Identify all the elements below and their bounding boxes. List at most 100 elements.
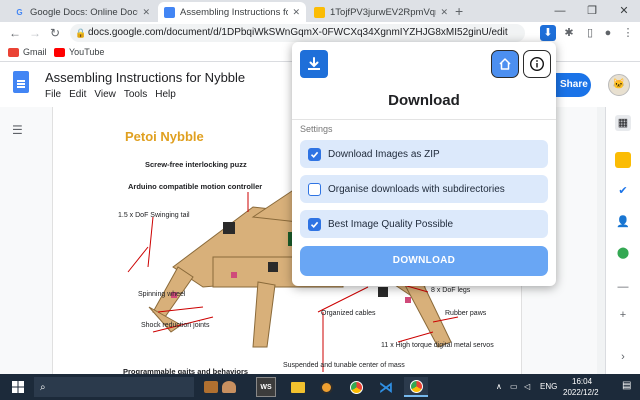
tab-drive[interactable]: 1TojfPV3jurwEV2RpmVqnCCCD ✕ [308,2,454,22]
url-text: docs.google.com/document/d/1DPbqiWkSWnGq… [88,27,508,38]
contacts-icon[interactable]: 👤 [615,214,631,230]
scrollbar[interactable] [597,107,605,374]
share-button[interactable]: Share [555,73,591,97]
weather-widget[interactable] [198,377,242,397]
close-icon[interactable]: ✕ [292,7,300,18]
separator-icon: — [617,281,629,293]
tasks-icon[interactable]: ✔ [615,183,631,199]
screw-text: Screw-free interlocking puzz [145,160,247,169]
tab-assembling[interactable]: Assembling Instructions for Ny ✕ [158,2,306,22]
docs-icon [164,6,175,18]
close-icon[interactable]: ✕ [142,7,150,18]
search-box[interactable]: ⌕ [34,377,194,397]
bookmark-gmail[interactable]: Gmail [8,47,47,57]
search-icon: ⌕ [40,381,46,393]
minimize-icon[interactable]: — [544,0,576,22]
maps-icon[interactable]: ⬤ [615,245,631,261]
option-zip[interactable]: Download Images as ZIP [300,140,548,168]
chevron-right-icon[interactable]: › [615,349,631,365]
settings-label: Settings [300,124,333,134]
tray-chevron-icon[interactable]: ∧ [496,382,502,391]
chrome-canary-icon[interactable] [316,377,336,397]
checkbox-checked-icon[interactable] [308,217,321,231]
close-window-icon[interactable]: ✕ [608,0,640,22]
sidebar-icon[interactable]: ▯ [582,25,598,41]
menu-file[interactable]: File [45,89,61,100]
volume-icon[interactable]: ◁ [524,382,530,391]
download-button[interactable]: DOWNLOAD [300,246,548,276]
suspended-text: Suspended and tunable center of mass [283,362,405,369]
bookmark-youtube[interactable]: YouTube [54,47,104,57]
checkbox-unchecked-icon[interactable] [308,182,321,196]
menu-help[interactable]: Help [155,89,176,100]
clock-date[interactable]: 2022/12/2 [563,388,599,397]
docs-logo-icon[interactable] [13,71,29,93]
forward-icon[interactable]: → [26,24,44,42]
language-indicator[interactable]: ENG [540,382,557,391]
docs-menu-bar: File Edit View Tools Help [45,89,176,100]
weather-icon [204,381,218,393]
shock-text: Shock reduction joints [141,322,210,329]
spinning-text: Spinning wheel [138,291,186,298]
extensions-puzzle-icon[interactable]: ✱ [561,25,577,41]
checkbox-checked-icon[interactable] [308,147,321,161]
calendar-icon[interactable]: ▦ [615,115,631,131]
bookmark-label: YouTube [69,47,105,57]
option-subdirectories[interactable]: Organise downloads with subdirectories [300,175,548,203]
google-icon: G [16,7,23,17]
clock-time[interactable]: 16:04 [572,377,592,386]
drive-icon [314,6,325,18]
lock-icon: 🔒 [75,28,87,38]
taskbar: ⌕ WS ⋊ ∧ ▭ ◁ ENG 16:04 2022/12/2 ▤ [0,374,640,400]
download-extension-icon[interactable]: ⬇ [540,25,556,41]
side-panel: ▦ ✔ 👤 ⬤ — + › [605,107,640,374]
windows-start-icon[interactable] [8,377,28,397]
add-icon[interactable]: + [615,307,631,323]
chrome-icon[interactable] [346,377,366,397]
home-button[interactable] [491,50,519,78]
webstorm-icon[interactable]: WS [256,377,276,397]
cat-icon [222,381,236,393]
profile-icon[interactable]: ● [600,25,616,41]
chrome-active-icon[interactable] [404,377,428,397]
browser-toolbar: ← → ↻ 🔒 docs.google.com/document/d/1DPbq… [0,22,640,44]
tail-text: 1.5 x DoF Swinging tail [118,212,190,219]
back-icon[interactable]: ← [6,24,24,42]
gmail-icon [8,47,19,57]
document-title[interactable]: Assembling Instructions for Nybble [45,70,245,85]
outline-icon[interactable]: ☰ [12,123,23,137]
servos-text: 11 x High torque digital metal servos [381,342,494,349]
reload-icon[interactable]: ↻ [46,24,64,42]
menu-edit[interactable]: Edit [69,89,86,100]
network-icon[interactable]: ▭ [510,382,518,391]
tab-google-docs[interactable]: G Google Docs: Online Documen ✕ [8,2,156,22]
brand-text: Petoi Nybble [125,129,204,144]
divider [292,119,556,120]
menu-icon[interactable]: ⋮ [620,25,636,41]
tab-label: 1TojfPV3jurwEV2RpmVqnCCCD [330,6,436,18]
avatar[interactable]: 🐱 [608,74,630,96]
tab-label: Google Docs: Online Documen [30,6,138,18]
option-best-quality[interactable]: Best Image Quality Possible [300,210,548,238]
home-icon [499,58,511,70]
arduino-text: Arduino compatible motion controller [128,182,263,191]
info-button[interactable] [523,50,551,78]
option-label: Download Images as ZIP [328,148,440,160]
popup-title: Download [388,92,460,109]
address-bar[interactable]: 🔒 docs.google.com/document/d/1DPbqiWkSWn… [70,24,525,42]
vscode-icon[interactable]: ⋊ [376,377,396,397]
file-explorer-icon[interactable] [288,377,308,397]
new-tab-button[interactable]: + [455,3,463,19]
close-icon[interactable]: ✕ [440,7,448,18]
dof-text: 8 x DoF legs [431,287,471,294]
keep-icon[interactable] [615,152,631,168]
tab-strip: G Google Docs: Online Documen ✕ Assembli… [0,0,640,22]
menu-view[interactable]: View [94,89,116,100]
maximize-icon[interactable]: ❐ [576,0,608,22]
option-label: Organise downloads with subdirectories [328,183,505,195]
info-icon [529,56,545,72]
organized-text: Organized cables [321,310,376,317]
youtube-icon [54,47,65,57]
notification-icon[interactable]: ▤ [622,380,631,391]
menu-tools[interactable]: Tools [124,89,147,100]
